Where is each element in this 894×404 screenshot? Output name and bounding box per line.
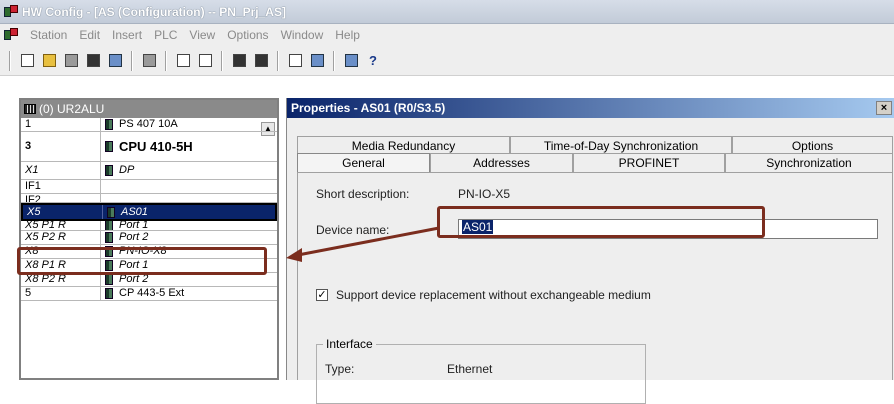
- highlight-box-rack: [17, 247, 267, 275]
- close-icon[interactable]: ×: [876, 101, 892, 115]
- module-icon: [105, 119, 113, 130]
- module-cell: CPU 410-5H: [101, 132, 277, 161]
- download-icon[interactable]: [230, 52, 248, 70]
- interface-legend: Interface: [323, 337, 376, 351]
- network-icon[interactable]: [62, 52, 80, 70]
- toolbar-separator: [131, 50, 133, 71]
- tab-row-front: General Addresses PROFINET Synchronizati…: [297, 153, 893, 172]
- help-icon[interactable]: ?: [364, 52, 382, 70]
- menu-bar: Station Edit Insert PLC View Options Win…: [0, 24, 894, 46]
- tab-profinet[interactable]: PROFINET: [573, 153, 725, 172]
- menu-edit[interactable]: Edit: [73, 28, 106, 42]
- general-tab-panel: Short description: PN-IO-X5 Device name:…: [297, 172, 893, 404]
- module-cell: PS 407 10A: [101, 118, 277, 131]
- dialog-title: Properties - AS01 (R0/S3.5): [291, 101, 446, 115]
- module-icon: [105, 288, 113, 299]
- new-icon[interactable]: [18, 52, 36, 70]
- paste-icon[interactable]: [196, 52, 214, 70]
- save-icon[interactable]: [84, 52, 102, 70]
- toolbar-separator: [333, 50, 335, 71]
- module-cell: Port 1: [101, 221, 277, 230]
- tab-general[interactable]: General: [297, 153, 430, 172]
- module-cell: Port 2: [101, 231, 277, 244]
- device-replacement-checkbox[interactable]: ✓: [316, 289, 328, 301]
- open-icon[interactable]: [40, 52, 58, 70]
- dialog-title-bar: Properties - AS01 (R0/S3.5): [287, 98, 894, 118]
- module-icon: [105, 232, 113, 243]
- upload-icon[interactable]: [252, 52, 270, 70]
- interface-group: Interface Type: Ethernet: [316, 337, 646, 404]
- toolbar-separator: [9, 50, 11, 71]
- slot-cell: 5: [21, 287, 101, 300]
- highlight-box-device-name: [437, 206, 765, 238]
- rack-row[interactable]: 3 CPU 410-5H: [21, 132, 277, 162]
- rack-row[interactable]: 1 PS 407 10A: [21, 118, 277, 132]
- print-icon[interactable]: [140, 52, 158, 70]
- toolbar-separator: [277, 50, 279, 71]
- type-label: Type:: [325, 362, 355, 376]
- hw-config-icon: [4, 4, 18, 19]
- rack-row[interactable]: IF2: [21, 194, 277, 203]
- slot-cell: X5 P1 R: [21, 221, 101, 230]
- module-icon: [105, 141, 113, 152]
- toolbar-separator: [221, 50, 223, 71]
- pointer-arrow-icon: [286, 226, 440, 262]
- type-value: Ethernet: [447, 362, 493, 376]
- menu-help[interactable]: Help: [329, 28, 366, 42]
- slot-cell: X1: [21, 162, 101, 179]
- slot-cell: X5: [23, 205, 103, 219]
- rack-panel: (0) UR2ALU ▲ 1 PS 407 10A 3 CPU 410-5H X…: [19, 98, 279, 380]
- menu-app-icon[interactable]: [4, 28, 18, 42]
- catalog-icon[interactable]: [286, 52, 304, 70]
- menu-view[interactable]: View: [183, 28, 221, 42]
- rack-row[interactable]: X1 DP: [21, 162, 277, 180]
- module-cell: [101, 194, 277, 202]
- module-cell: [101, 180, 277, 193]
- rack-row-selected[interactable]: X5 AS01: [21, 203, 277, 221]
- menu-plc[interactable]: PLC: [148, 28, 183, 42]
- slot-cell: IF2: [21, 194, 101, 202]
- title-bar: HW Config - [AS (Configuration) -- PN_Pr…: [0, 0, 894, 24]
- rack-row[interactable]: X5 P2 R Port 2: [21, 231, 277, 245]
- module-cell: AS01: [103, 205, 275, 219]
- rack-row[interactable]: IF1: [21, 180, 277, 194]
- toolbar: ?: [0, 46, 894, 76]
- toolbar-separator: [165, 50, 167, 71]
- module-icon: [105, 221, 113, 230]
- rack-row[interactable]: X5 P1 R Port 1: [21, 221, 277, 231]
- rack-row[interactable]: X8 P2 R Port 2: [21, 273, 277, 287]
- compile-icon[interactable]: [106, 52, 124, 70]
- module-icon: [105, 165, 113, 176]
- menu-station[interactable]: Station: [24, 28, 73, 42]
- rack-icon: [24, 104, 36, 114]
- short-description-value: PN-IO-X5: [458, 187, 511, 201]
- window-title: HW Config - [AS (Configuration) -- PN_Pr…: [22, 4, 286, 19]
- slot-cell: IF1: [21, 180, 101, 193]
- menu-insert[interactable]: Insert: [106, 28, 148, 42]
- short-description-label: Short description:: [316, 187, 410, 201]
- tab-addresses[interactable]: Addresses: [430, 153, 573, 172]
- menu-window[interactable]: Window: [275, 28, 330, 42]
- rack-row[interactable]: 5 CP 443-5 Ext: [21, 287, 277, 301]
- copy-icon[interactable]: [174, 52, 192, 70]
- module-icon: [107, 206, 115, 218]
- slot-cell: 3: [21, 132, 101, 161]
- rack-title: (0) UR2ALU: [39, 102, 105, 116]
- slot-cell: X5 P2 R: [21, 231, 101, 244]
- module-cell: CP 443-5 Ext: [101, 287, 277, 300]
- device-replacement-label: Support device replacement without excha…: [336, 288, 651, 302]
- netpro-icon[interactable]: [342, 52, 360, 70]
- tab-synchronization[interactable]: Synchronization: [725, 153, 893, 172]
- window-icon[interactable]: [308, 52, 326, 70]
- module-cell: DP: [101, 162, 277, 179]
- rack-header: (0) UR2ALU: [21, 100, 277, 118]
- module-icon: [105, 274, 113, 285]
- slot-cell: 1: [21, 118, 101, 131]
- menu-options[interactable]: Options: [221, 28, 274, 42]
